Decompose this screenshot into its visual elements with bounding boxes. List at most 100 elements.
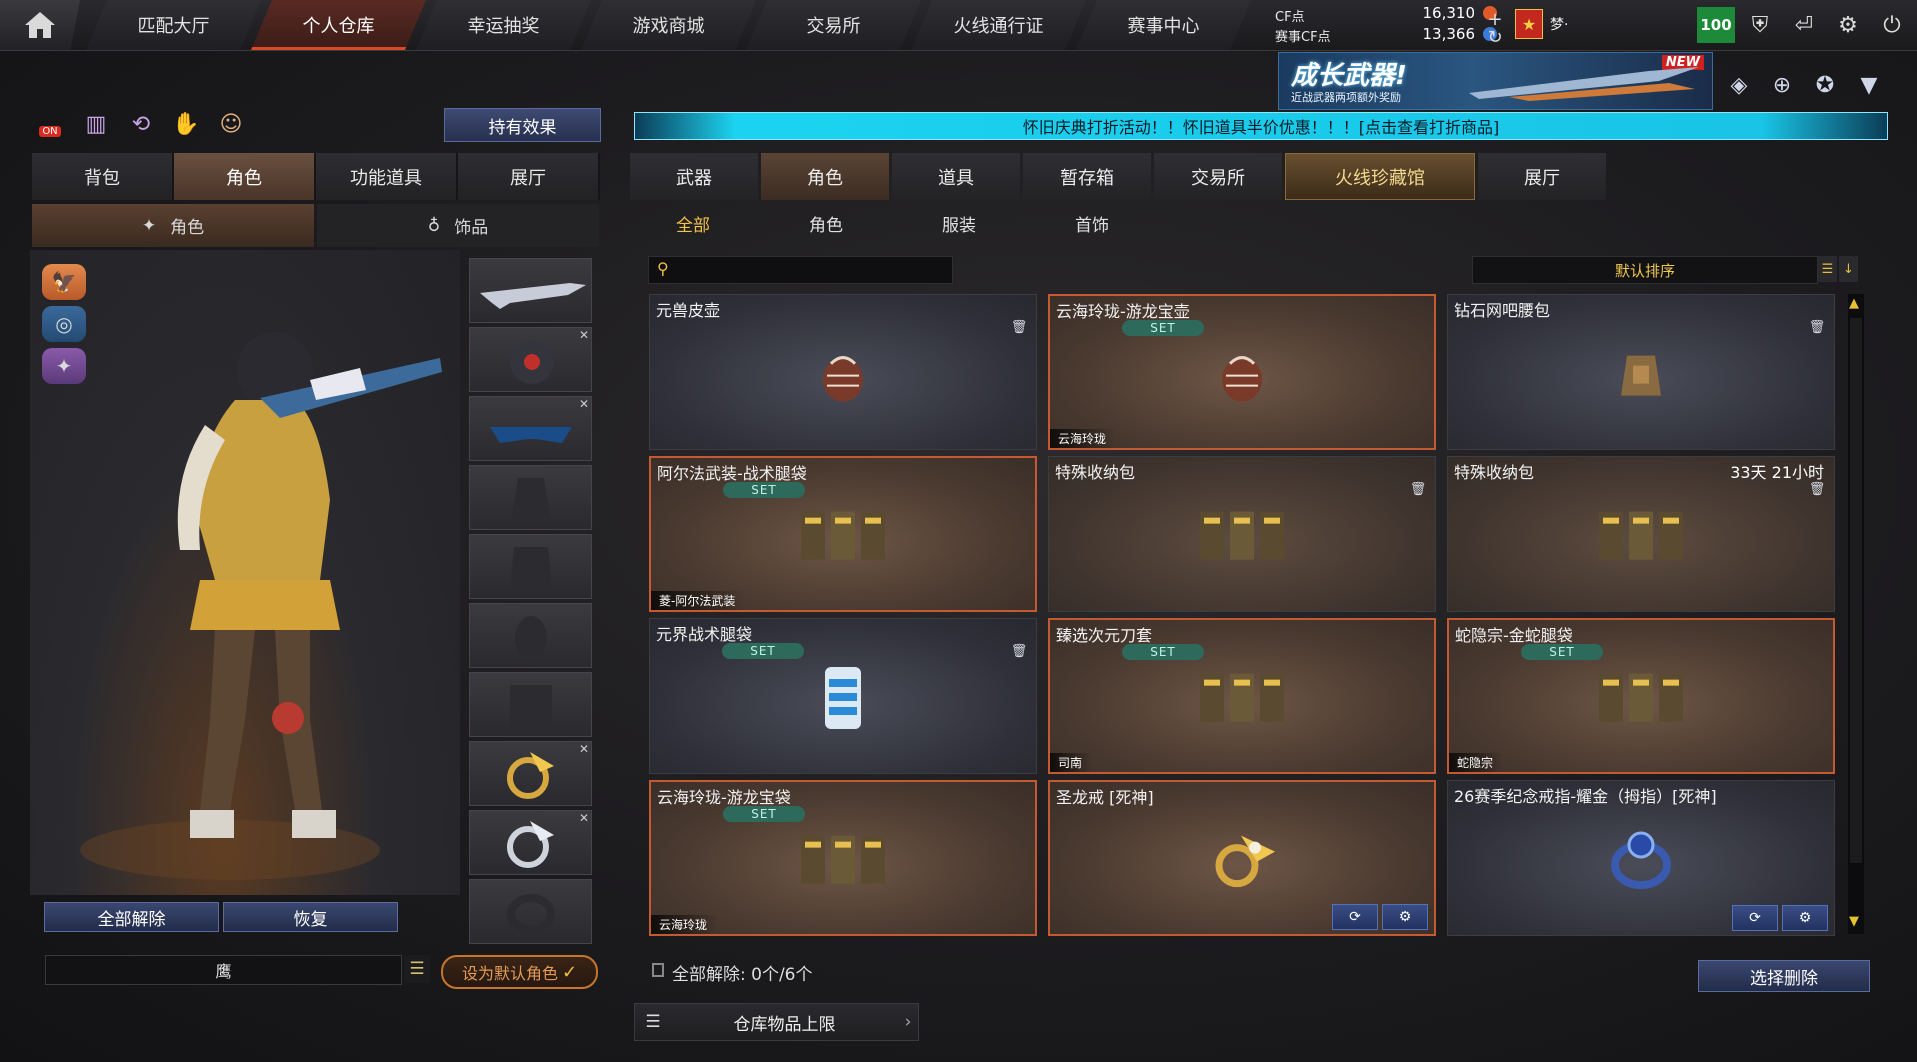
notice-banner[interactable]: 怀旧庆典打折活动！！怀旧道具半价优惠！！！[点击查看打折商品] xyxy=(634,112,1888,140)
right-tab[interactable]: 展厅 xyxy=(1478,153,1606,200)
item-card[interactable]: 元界战术腿袋 SET 🗑 xyxy=(649,618,1037,774)
gear-icon[interactable]: ⚙ xyxy=(1831,8,1865,42)
slot-armor-1[interactable] xyxy=(469,465,592,530)
right-subtab[interactable]: 首饰 xyxy=(1047,208,1137,238)
exit-room-icon[interactable]: ⏎ xyxy=(1787,8,1821,42)
item-card[interactable]: 蛇隐宗-金蛇腿袋 SET 蛇隐宗 xyxy=(1447,618,1835,774)
slot-ring-2[interactable]: ✕ xyxy=(469,810,592,875)
convert-gp-icon[interactable]: ⟳ xyxy=(1732,905,1778,931)
left-tab[interactable]: 功能道具 xyxy=(316,153,458,200)
restore-button[interactable]: 恢复 xyxy=(223,902,398,932)
sort-dropdown[interactable]: 默认排序 xyxy=(1472,256,1818,284)
right-subtab[interactable]: 全部 xyxy=(648,208,738,238)
promo-banner[interactable]: 成长武器! 近战武器两项额外奖励 NEW xyxy=(1278,52,1713,110)
right-tab[interactable]: 角色 xyxy=(761,153,889,200)
right-subtab[interactable]: 角色 xyxy=(781,208,871,238)
rank-badge-2-icon[interactable]: ⊕ xyxy=(1765,68,1799,102)
left-subtab[interactable]: ✦ 角色 xyxy=(32,204,314,247)
shield-icon[interactable]: ⛨ xyxy=(1743,8,1777,42)
checkbox-icon[interactable] xyxy=(652,963,664,977)
character-name-field[interactable]: 鹰 xyxy=(45,955,402,985)
right-tab[interactable]: 交易所 xyxy=(1154,153,1282,200)
scroll-up-icon[interactable]: ▲ xyxy=(1849,296,1859,311)
item-card[interactable]: 特殊收纳包 🗑 xyxy=(1048,456,1436,612)
select-delete-button[interactable]: 选择删除 xyxy=(1698,960,1870,992)
holding-effect-button[interactable]: 持有效果 xyxy=(444,108,601,142)
item-card[interactable]: 元兽皮壶 🗑 xyxy=(649,294,1037,450)
item-card[interactable]: 云海玲珑-游龙宝袋 SET 云海玲珑 xyxy=(649,780,1037,936)
rank-badge-1-icon[interactable]: ◈ xyxy=(1722,68,1756,102)
menu-icon[interactable]: ☰ xyxy=(404,955,430,983)
ranking-icon[interactable]: ▥ xyxy=(80,108,112,140)
nav-tab[interactable]: 赛事中心 xyxy=(1076,0,1251,50)
left-tab[interactable]: 角色 xyxy=(174,153,316,200)
item-card[interactable]: 特殊收纳包 33天 21小时 🗑 xyxy=(1447,456,1835,612)
search-box[interactable]: ⚲ xyxy=(648,256,953,284)
emote-icon[interactable]: ☺ xyxy=(215,108,247,140)
home-button[interactable] xyxy=(0,0,80,50)
slot-armor-2[interactable] xyxy=(469,534,592,599)
sort-arrow-icon[interactable]: ↓ xyxy=(1839,256,1858,282)
item-card[interactable]: 圣龙戒 [死神] ⟳ ⚙ xyxy=(1048,780,1436,936)
nav-tab[interactable]: 幸运抽奖 xyxy=(416,0,591,50)
left-tab[interactable]: 背包 xyxy=(32,153,174,200)
item-card[interactable]: 臻选次元刀套 SET 司南 xyxy=(1048,618,1436,774)
right-tab[interactable]: 暂存箱 xyxy=(1023,153,1151,200)
role-badge-3-icon[interactable]: ✦ xyxy=(42,348,86,384)
nav-tab[interactable]: 交易所 xyxy=(746,0,921,50)
nav-tab[interactable]: 火线通行证 xyxy=(911,0,1086,50)
slot-bag[interactable] xyxy=(469,603,592,668)
remove-icon[interactable]: ✕ xyxy=(579,397,589,411)
remove-icon[interactable]: ✕ xyxy=(579,328,589,342)
scrollbar-thumb[interactable] xyxy=(1850,318,1862,863)
vip-level-badge[interactable]: 100 xyxy=(1697,7,1735,43)
history-icon[interactable]: ⟲ xyxy=(125,108,157,140)
trash-icon[interactable]: 🗑 xyxy=(1809,481,1826,497)
trash-icon[interactable]: 🗑 xyxy=(1809,319,1826,335)
remove-icon[interactable]: ✕ xyxy=(579,742,589,756)
character-preview[interactable]: 🦅 ◎ ✦ xyxy=(30,250,460,895)
convert-gp-icon[interactable]: ⟳ xyxy=(1332,904,1378,930)
right-tab[interactable]: 武器 xyxy=(630,153,758,200)
nav-tab[interactable]: 个人仓库 xyxy=(251,0,426,50)
right-tab[interactable]: 道具 xyxy=(892,153,1020,200)
storage-limit-bar[interactable]: ☰ 仓库物品上限 › xyxy=(634,1003,919,1041)
right-tab[interactable]: 火线珍藏馆 xyxy=(1285,153,1475,200)
trash-icon[interactable]: 🗑 xyxy=(1410,481,1427,497)
slot-helmet[interactable]: ✕ xyxy=(469,327,592,392)
item-card[interactable]: 26赛季纪念戒指-耀金（拇指）[死神] ⟳ ⚙ xyxy=(1447,780,1835,936)
rank-badge-3-icon[interactable]: ✪ xyxy=(1808,68,1842,102)
scroll-down-icon[interactable]: ▼ xyxy=(1849,914,1859,929)
slot-ring-1[interactable]: ✕ xyxy=(469,741,592,806)
gear-icon[interactable]: ⚙ xyxy=(1782,905,1828,931)
role-badge-2-icon[interactable]: ◎ xyxy=(42,306,86,342)
slot-weapon[interactable] xyxy=(469,258,592,323)
slot-goggles[interactable]: ✕ xyxy=(469,396,592,461)
rank-badge-4-icon[interactable]: ▼ xyxy=(1852,68,1886,102)
refresh-icon[interactable]: ↻ xyxy=(1478,20,1512,54)
power-icon[interactable]: ⏻ xyxy=(1875,8,1909,42)
search-input[interactable] xyxy=(679,259,943,281)
list-view-icon[interactable]: ☰ xyxy=(1818,256,1837,282)
rank-emblem-icon[interactable]: ★ xyxy=(1515,9,1543,39)
trash-icon[interactable]: 🗑 xyxy=(1011,643,1028,659)
set-default-character-button[interactable]: 设为默认角色 ✓ xyxy=(441,955,598,989)
dragon-ring-icon xyxy=(1197,828,1287,897)
right-subtab[interactable]: 服装 xyxy=(914,208,1004,238)
slot-ring-3[interactable] xyxy=(469,879,592,944)
item-card[interactable]: 阿尔法武装-战术腿袋 SET 菱-阿尔法武装 xyxy=(649,456,1037,612)
nav-tab[interactable]: 匹配大厅 xyxy=(86,0,261,50)
pose-icon[interactable]: ✋ xyxy=(170,108,202,140)
nav-tab[interactable]: 游戏商城 xyxy=(581,0,756,50)
unequip-all-button[interactable]: 全部解除 xyxy=(44,902,219,932)
trash-icon[interactable]: 🗑 xyxy=(1011,319,1028,335)
left-tab[interactable]: 展厅 xyxy=(458,153,600,200)
item-card[interactable]: 云海玲珑-游龙宝壶 SET 云海玲珑 xyxy=(1048,294,1436,450)
gear-icon[interactable]: ⚙ xyxy=(1382,904,1428,930)
left-subtab[interactable]: ♁ 饰品 xyxy=(317,204,599,247)
role-badge-icon[interactable]: 🦅 xyxy=(42,264,86,300)
item-card[interactable]: 钻石网吧腰包 🗑 xyxy=(1447,294,1835,450)
slot-pouch[interactable] xyxy=(469,672,592,737)
remove-icon[interactable]: ✕ xyxy=(579,811,589,825)
toggle-on-icon[interactable]: ON xyxy=(34,108,66,140)
